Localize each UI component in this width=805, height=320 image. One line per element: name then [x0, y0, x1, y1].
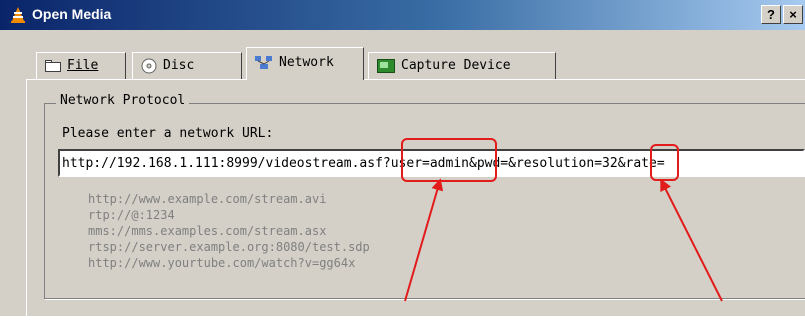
open-media-dialog: Open Media ? × File Disc Network Capture… [0, 0, 805, 320]
tab-network-label: Network [279, 55, 334, 70]
arrow-to-resolution [660, 178, 723, 302]
tab-network[interactable]: Network [246, 47, 364, 80]
annotation-arrows [404, 178, 723, 302]
network-icon [255, 55, 272, 69]
arrow-to-asf [404, 178, 444, 302]
